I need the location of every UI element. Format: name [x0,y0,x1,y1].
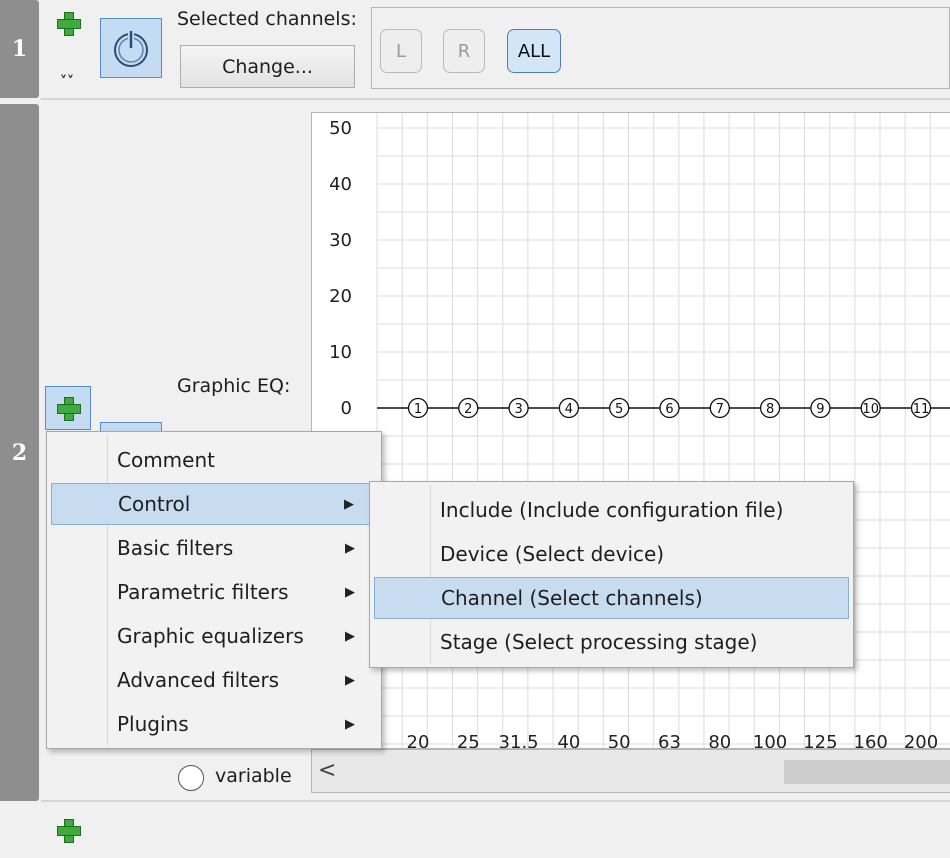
x-tick-label: 125 [803,732,837,749]
x-tick-label: 160 [854,732,888,749]
eq-point-label: 9 [816,402,824,417]
add-plus-icon[interactable] [55,10,81,36]
menu-item-graphic-equalizers[interactable]: Graphic equalizers ▶ [51,615,377,657]
x-tick-label: 20 [407,732,430,749]
add-filter-button[interactable] [45,386,91,430]
x-tick-label: 200 [904,732,938,749]
triangle-right-icon: ▶ [344,496,354,512]
menu-item-label: Basic filters [117,536,234,560]
x-tick-label: 80 [708,732,731,749]
graphic-eq-label: Graphic EQ: [177,375,291,397]
eq-point-label: 3 [514,402,522,417]
eq-point-label: 8 [766,402,774,417]
menu-item-parametric-filters[interactable]: Parametric filters ▶ [51,571,377,613]
menu-item-label: Parametric filters [117,580,289,604]
menu-item-plugins[interactable]: Plugins ▶ [51,703,377,745]
triangle-right-icon: ▶ [345,628,355,644]
x-tick-label: 100 [753,732,787,749]
horizontal-scrollbar[interactable]: < [311,749,950,793]
variable-radio[interactable] [178,765,204,791]
menu-item-channel[interactable]: Channel (Select channels) [374,577,849,619]
menu-item-label: Graphic equalizers [117,624,304,648]
channel-right-button[interactable]: R [443,29,485,73]
row-number-1: 1 [0,0,39,98]
plus-icon [55,395,81,421]
change-channels-button[interactable]: Change... [180,45,355,88]
triangle-right-icon: ▶ [345,540,355,556]
menu-item-label: Advanced filters [117,668,280,692]
eq-point-label: 7 [716,402,724,417]
menu-item-include[interactable]: Include (Include configuration file) [374,489,849,531]
menu-item-label: Device (Select device) [440,542,665,566]
eq-point-label: 6 [665,402,673,417]
menu-item-label: Comment [117,448,215,472]
channel-buttons-panel: L R ALL [371,7,950,89]
channel-all-button[interactable]: ALL [507,29,561,73]
control-submenu: Include (Include configuration file) Devi… [369,481,854,668]
power-icon [114,30,148,67]
menu-item-advanced-filters[interactable]: Advanced filters ▶ [51,659,377,701]
add-row-plus-icon[interactable] [55,817,81,843]
menu-item-label: Stage (Select processing stage) [440,630,758,654]
menu-item-label: Plugins [117,712,189,736]
menu-item-control[interactable]: Control ▶ [51,483,377,525]
menu-item-basic-filters[interactable]: Basic filters ▶ [51,527,377,569]
menu-item-label: Include (Include configuration file) [440,498,784,522]
variable-label: variable [215,765,292,787]
x-tick-label: 63 [658,732,681,749]
x-tick-label: 31.5 [499,732,539,749]
eq-point-label: 10 [862,402,879,417]
add-filter-menu: Comment Control ▶ Basic filters ▶ Parametric … [46,431,382,749]
power-button[interactable] [100,18,162,78]
eq-point-label: 1 [414,402,422,417]
y-tick-label: 30 [329,230,352,251]
y-tick-label: 0 [341,398,352,419]
x-tick-label: 40 [557,732,580,749]
channel-left-button[interactable]: L [380,29,422,73]
y-tick-label: 20 [329,286,352,307]
scroll-left-arrow-icon[interactable]: < [318,758,336,783]
triangle-right-icon: ▶ [345,716,355,732]
menu-item-device[interactable]: Device (Select device) [374,533,849,575]
triangle-right-icon: ▶ [345,584,355,600]
double-chevron-down-icon[interactable]: ˅˅ [60,74,74,90]
scroll-thumb[interactable] [784,760,950,784]
triangle-right-icon: ▶ [345,672,355,688]
selected-channels-label: Selected channels: [177,8,357,30]
row-number-2: 2 [0,104,39,801]
x-tick-label: 25 [457,732,480,749]
x-tick-label: 50 [608,732,631,749]
menu-item-label: Control [118,492,191,516]
y-tick-label: 10 [329,342,352,363]
menu-item-comment[interactable]: Comment [51,439,377,481]
eq-point-label: 4 [565,402,573,417]
eq-point-label: 2 [464,402,472,417]
menu-item-stage[interactable]: Stage (Select processing stage) [374,621,849,663]
eq-point-label: 11 [913,402,930,417]
eq-point-label: 5 [615,402,623,417]
y-tick-label: 40 [329,174,352,195]
menu-item-label: Channel (Select channels) [441,586,703,610]
y-tick-label: 50 [329,118,352,139]
